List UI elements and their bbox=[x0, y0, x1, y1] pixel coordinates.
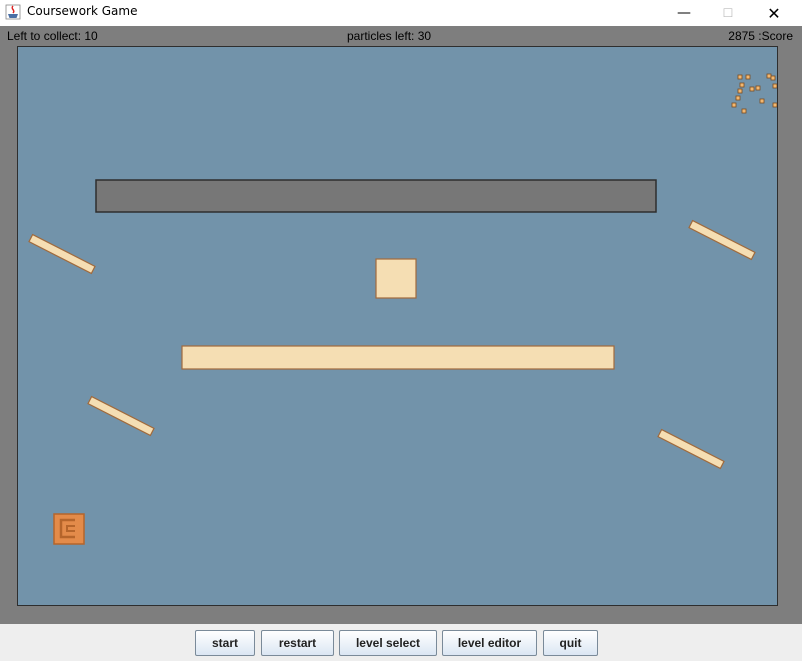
particle-cluster bbox=[731, 73, 777, 114]
particle bbox=[739, 82, 745, 88]
java-cup-icon bbox=[5, 4, 21, 20]
status-bar: Left to collect: 10 particles left: 30 2… bbox=[0, 26, 802, 44]
particle bbox=[749, 86, 755, 92]
start-button[interactable]: start bbox=[195, 630, 255, 656]
particle bbox=[766, 73, 772, 79]
control-bar: start restart level select level editor … bbox=[0, 624, 802, 661]
particle bbox=[737, 88, 743, 94]
particle bbox=[735, 95, 741, 101]
quit-button[interactable]: quit bbox=[543, 630, 598, 656]
platform-square bbox=[375, 258, 417, 299]
restart-button[interactable]: restart bbox=[261, 630, 334, 656]
ramp-right-lower bbox=[657, 428, 725, 470]
platform-long bbox=[181, 345, 615, 370]
window-title: Coursework Game bbox=[27, 4, 138, 18]
particle bbox=[772, 102, 777, 108]
particles-left-label: particles left: 30 bbox=[347, 29, 432, 43]
ramp-right-upper bbox=[688, 219, 756, 261]
minimize-button[interactable]: — bbox=[661, 0, 707, 26]
title-bar: Coursework Game — ☐ ✕ bbox=[0, 0, 802, 26]
level-select-button[interactable]: level select bbox=[339, 630, 437, 656]
goal-collector-icon bbox=[53, 513, 85, 545]
left-to-collect-label: Left to collect: 10 bbox=[7, 29, 98, 43]
ramp-left-upper bbox=[28, 233, 96, 275]
play-field[interactable] bbox=[17, 46, 778, 606]
particle bbox=[759, 98, 765, 104]
level-editor-button[interactable]: level editor bbox=[442, 630, 537, 656]
particle bbox=[755, 85, 761, 91]
close-button[interactable]: ✕ bbox=[751, 0, 797, 26]
wall-block bbox=[95, 179, 657, 213]
particle bbox=[731, 102, 737, 108]
particle bbox=[745, 74, 751, 80]
score-label: 2875 :Score bbox=[728, 29, 793, 43]
particle bbox=[770, 75, 776, 81]
particle bbox=[772, 83, 777, 89]
particle bbox=[737, 74, 743, 80]
game-area[interactable] bbox=[0, 44, 802, 624]
particle bbox=[741, 108, 747, 114]
game-canvas[interactable] bbox=[18, 47, 777, 605]
ramp-left-lower bbox=[87, 395, 155, 437]
maximize-button[interactable]: ☐ bbox=[705, 0, 751, 26]
